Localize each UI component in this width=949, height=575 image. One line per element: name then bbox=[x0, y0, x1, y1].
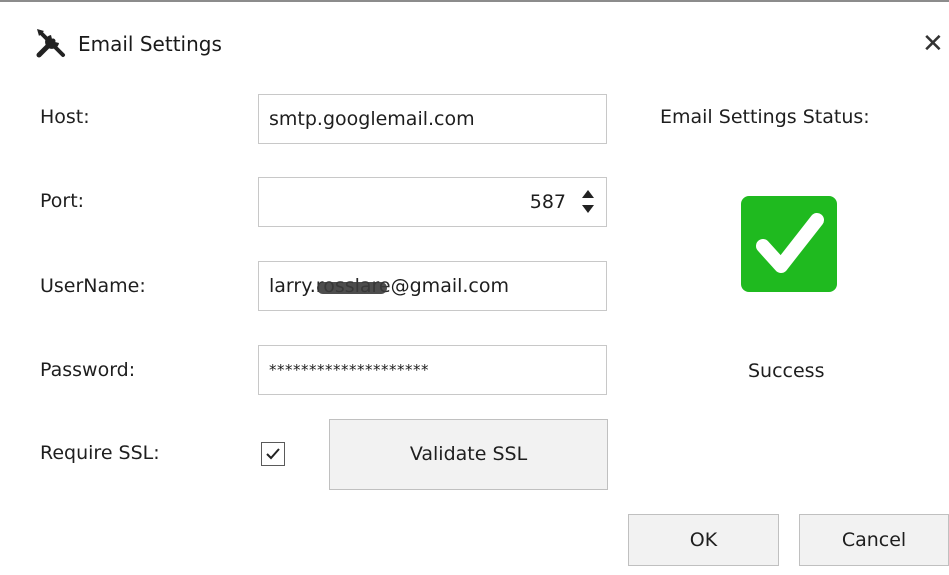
dialog-title: Email Settings bbox=[78, 32, 222, 56]
status-text: Success bbox=[748, 360, 825, 382]
username-suffix: @gmail.com bbox=[390, 275, 510, 297]
checkmark-icon bbox=[266, 448, 280, 460]
require-ssl-label: Require SSL: bbox=[40, 442, 160, 464]
host-label: Host: bbox=[40, 106, 90, 128]
port-label: Port: bbox=[40, 190, 85, 212]
email-settings-dialog: Email Settings ✕ Host: smtp.googlemail.c… bbox=[0, 0, 949, 575]
wrench-screwdriver-icon bbox=[36, 29, 65, 58]
password-label: Password: bbox=[40, 359, 136, 381]
spin-down-icon[interactable] bbox=[582, 205, 594, 213]
close-button[interactable]: ✕ bbox=[922, 26, 949, 62]
status-title: Email Settings Status: bbox=[660, 106, 870, 128]
username-field[interactable]: larry.rosslare@gmail.com bbox=[258, 261, 607, 311]
ok-button[interactable]: OK bbox=[628, 514, 779, 566]
spin-up-icon[interactable] bbox=[582, 190, 594, 198]
password-field[interactable]: ******************** bbox=[258, 345, 607, 395]
title-bar: Email Settings ✕ bbox=[0, 2, 949, 62]
require-ssl-checkbox[interactable] bbox=[261, 442, 285, 466]
username-label: UserName: bbox=[40, 275, 146, 297]
validate-ssl-button[interactable]: Validate SSL bbox=[329, 419, 608, 490]
username-prefix: larry. bbox=[269, 275, 316, 297]
redaction-smudge bbox=[317, 282, 387, 294]
port-spinner[interactable] bbox=[580, 188, 596, 216]
port-value: 587 bbox=[529, 191, 566, 213]
port-stepper[interactable]: 587 bbox=[258, 177, 607, 227]
host-field[interactable]: smtp.googlemail.com bbox=[258, 94, 607, 144]
cancel-button[interactable]: Cancel bbox=[799, 514, 949, 566]
green-checkmark-icon bbox=[741, 196, 837, 292]
